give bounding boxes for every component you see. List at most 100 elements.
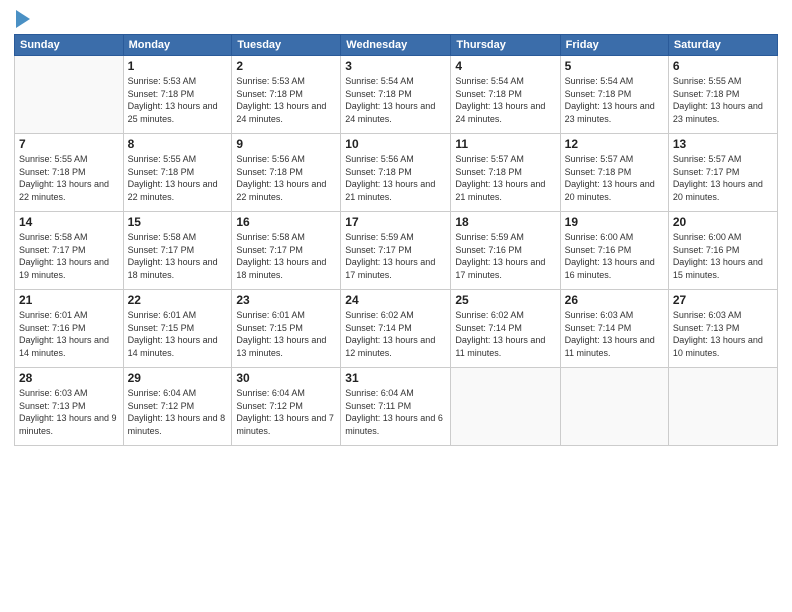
day-info: Sunrise: 6:00 AMSunset: 7:16 PMDaylight:… <box>565 231 664 281</box>
calendar-cell <box>451 368 560 446</box>
day-number: 26 <box>565 293 664 307</box>
day-info: Sunrise: 5:57 AMSunset: 7:18 PMDaylight:… <box>455 153 555 203</box>
weekday-header-wednesday: Wednesday <box>341 35 451 56</box>
day-info: Sunrise: 6:01 AMSunset: 7:16 PMDaylight:… <box>19 309 119 359</box>
day-info: Sunrise: 5:57 AMSunset: 7:18 PMDaylight:… <box>565 153 664 203</box>
calendar-week-4: 21 Sunrise: 6:01 AMSunset: 7:16 PMDayligh… <box>15 290 778 368</box>
weekday-header-tuesday: Tuesday <box>232 35 341 56</box>
calendar-cell: 1 Sunrise: 5:53 AMSunset: 7:18 PMDaylight… <box>123 56 232 134</box>
calendar-cell: 19 Sunrise: 6:00 AMSunset: 7:16 PMDayligh… <box>560 212 668 290</box>
day-number: 27 <box>673 293 773 307</box>
page: SundayMondayTuesdayWednesdayThursdayFrid… <box>0 0 792 612</box>
day-number: 15 <box>128 215 228 229</box>
calendar-cell: 31 Sunrise: 6:04 AMSunset: 7:11 PMDayligh… <box>341 368 451 446</box>
calendar-table: SundayMondayTuesdayWednesdayThursdayFrid… <box>14 34 778 446</box>
calendar-cell: 3 Sunrise: 5:54 AMSunset: 7:18 PMDaylight… <box>341 56 451 134</box>
day-info: Sunrise: 6:03 AMSunset: 7:13 PMDaylight:… <box>673 309 773 359</box>
calendar-cell: 22Sunrise: 6:01 AMSunset: 7:15 PMDayligh… <box>123 290 232 368</box>
day-number: 11 <box>455 137 555 151</box>
day-info: Sunrise: 5:53 AMSunset: 7:18 PMDaylight:… <box>236 75 336 125</box>
day-info: Sunrise: 5:59 AMSunset: 7:17 PMDaylight:… <box>345 231 446 281</box>
day-info: Sunrise: 5:54 AMSunset: 7:18 PMDaylight:… <box>565 75 664 125</box>
logo-arrow-icon <box>16 10 30 28</box>
day-info: Sunrise: 5:54 AMSunset: 7:18 PMDaylight:… <box>455 75 555 125</box>
day-info: Sunrise: 6:01 AMSunset: 7:15 PMDaylight:… <box>236 309 336 359</box>
day-info: Sunrise: 6:04 AMSunset: 7:12 PMDaylight:… <box>236 387 336 437</box>
calendar-cell: 17 Sunrise: 5:59 AMSunset: 7:17 PMDayligh… <box>341 212 451 290</box>
calendar-cell: 29Sunrise: 6:04 AMSunset: 7:12 PMDayligh… <box>123 368 232 446</box>
day-number: 4 <box>455 59 555 73</box>
calendar-cell: 2 Sunrise: 5:53 AMSunset: 7:18 PMDaylight… <box>232 56 341 134</box>
day-info: Sunrise: 5:55 AMSunset: 7:18 PMDaylight:… <box>19 153 119 203</box>
weekday-header-thursday: Thursday <box>451 35 560 56</box>
calendar-cell: 4 Sunrise: 5:54 AMSunset: 7:18 PMDaylight… <box>451 56 560 134</box>
calendar-week-2: 7 Sunrise: 5:55 AMSunset: 7:18 PMDaylight… <box>15 134 778 212</box>
day-info: Sunrise: 5:55 AMSunset: 7:18 PMDaylight:… <box>673 75 773 125</box>
day-number: 12 <box>565 137 664 151</box>
day-number: 22 <box>128 293 228 307</box>
calendar-cell: 21 Sunrise: 6:01 AMSunset: 7:16 PMDayligh… <box>15 290 124 368</box>
day-info: Sunrise: 6:03 AMSunset: 7:13 PMDaylight:… <box>19 387 119 437</box>
day-info: Sunrise: 5:56 AMSunset: 7:18 PMDaylight:… <box>345 153 446 203</box>
calendar-cell <box>668 368 777 446</box>
day-number: 3 <box>345 59 446 73</box>
calendar-cell: 26 Sunrise: 6:03 AMSunset: 7:14 PMDayligh… <box>560 290 668 368</box>
day-number: 7 <box>19 137 119 151</box>
calendar-cell: 16 Sunrise: 5:58 AMSunset: 7:17 PMDayligh… <box>232 212 341 290</box>
day-number: 9 <box>236 137 336 151</box>
day-number: 2 <box>236 59 336 73</box>
day-info: Sunrise: 6:02 AMSunset: 7:14 PMDaylight:… <box>345 309 446 359</box>
calendar-cell: 14 Sunrise: 5:58 AMSunset: 7:17 PMDayligh… <box>15 212 124 290</box>
day-info: Sunrise: 5:58 AMSunset: 7:17 PMDaylight:… <box>236 231 336 281</box>
calendar-cell <box>560 368 668 446</box>
calendar-cell: 20Sunrise: 6:00 AMSunset: 7:16 PMDayligh… <box>668 212 777 290</box>
calendar-cell: 27 Sunrise: 6:03 AMSunset: 7:13 PMDayligh… <box>668 290 777 368</box>
day-info: Sunrise: 5:54 AMSunset: 7:18 PMDaylight:… <box>345 75 446 125</box>
day-info: Sunrise: 6:00 AMSunset: 7:16 PMDaylight:… <box>673 231 773 281</box>
calendar-cell: 5 Sunrise: 5:54 AMSunset: 7:18 PMDaylight… <box>560 56 668 134</box>
calendar-cell: 28 Sunrise: 6:03 AMSunset: 7:13 PMDayligh… <box>15 368 124 446</box>
day-number: 17 <box>345 215 446 229</box>
day-number: 28 <box>19 371 119 385</box>
day-number: 1 <box>128 59 228 73</box>
day-number: 18 <box>455 215 555 229</box>
calendar-week-5: 28 Sunrise: 6:03 AMSunset: 7:13 PMDayligh… <box>15 368 778 446</box>
day-info: Sunrise: 5:58 AMSunset: 7:17 PMDaylight:… <box>19 231 119 281</box>
day-number: 10 <box>345 137 446 151</box>
day-number: 25 <box>455 293 555 307</box>
day-info: Sunrise: 5:59 AMSunset: 7:16 PMDaylight:… <box>455 231 555 281</box>
day-info: Sunrise: 5:56 AMSunset: 7:18 PMDaylight:… <box>236 153 336 203</box>
calendar-cell: 7 Sunrise: 5:55 AMSunset: 7:18 PMDaylight… <box>15 134 124 212</box>
day-number: 29 <box>128 371 228 385</box>
calendar-cell: 8Sunrise: 5:55 AMSunset: 7:18 PMDaylight… <box>123 134 232 212</box>
calendar-cell: 6Sunrise: 5:55 AMSunset: 7:18 PMDaylight… <box>668 56 777 134</box>
day-number: 23 <box>236 293 336 307</box>
calendar-cell: 15 Sunrise: 5:58 AMSunset: 7:17 PMDayligh… <box>123 212 232 290</box>
day-info: Sunrise: 5:53 AMSunset: 7:18 PMDaylight:… <box>128 75 228 125</box>
day-number: 16 <box>236 215 336 229</box>
day-info: Sunrise: 5:58 AMSunset: 7:17 PMDaylight:… <box>128 231 228 281</box>
weekday-header-saturday: Saturday <box>668 35 777 56</box>
calendar-cell: 11 Sunrise: 5:57 AMSunset: 7:18 PMDayligh… <box>451 134 560 212</box>
calendar-week-1: 1 Sunrise: 5:53 AMSunset: 7:18 PMDaylight… <box>15 56 778 134</box>
day-info: Sunrise: 6:02 AMSunset: 7:14 PMDaylight:… <box>455 309 555 359</box>
day-info: Sunrise: 6:03 AMSunset: 7:14 PMDaylight:… <box>565 309 664 359</box>
day-number: 19 <box>565 215 664 229</box>
weekday-header-sunday: Sunday <box>15 35 124 56</box>
day-number: 13 <box>673 137 773 151</box>
day-number: 31 <box>345 371 446 385</box>
day-number: 5 <box>565 59 664 73</box>
calendar-cell <box>15 56 124 134</box>
weekday-header-row: SundayMondayTuesdayWednesdayThursdayFrid… <box>15 35 778 56</box>
day-info: Sunrise: 5:55 AMSunset: 7:18 PMDaylight:… <box>128 153 228 203</box>
calendar-week-3: 14 Sunrise: 5:58 AMSunset: 7:17 PMDayligh… <box>15 212 778 290</box>
header <box>14 10 778 28</box>
calendar-cell: 12 Sunrise: 5:57 AMSunset: 7:18 PMDayligh… <box>560 134 668 212</box>
calendar-cell: 30 Sunrise: 6:04 AMSunset: 7:12 PMDayligh… <box>232 368 341 446</box>
day-info: Sunrise: 6:04 AMSunset: 7:11 PMDaylight:… <box>345 387 446 437</box>
day-number: 30 <box>236 371 336 385</box>
calendar-cell: 25 Sunrise: 6:02 AMSunset: 7:14 PMDayligh… <box>451 290 560 368</box>
day-number: 21 <box>19 293 119 307</box>
day-number: 24 <box>345 293 446 307</box>
day-number: 14 <box>19 215 119 229</box>
